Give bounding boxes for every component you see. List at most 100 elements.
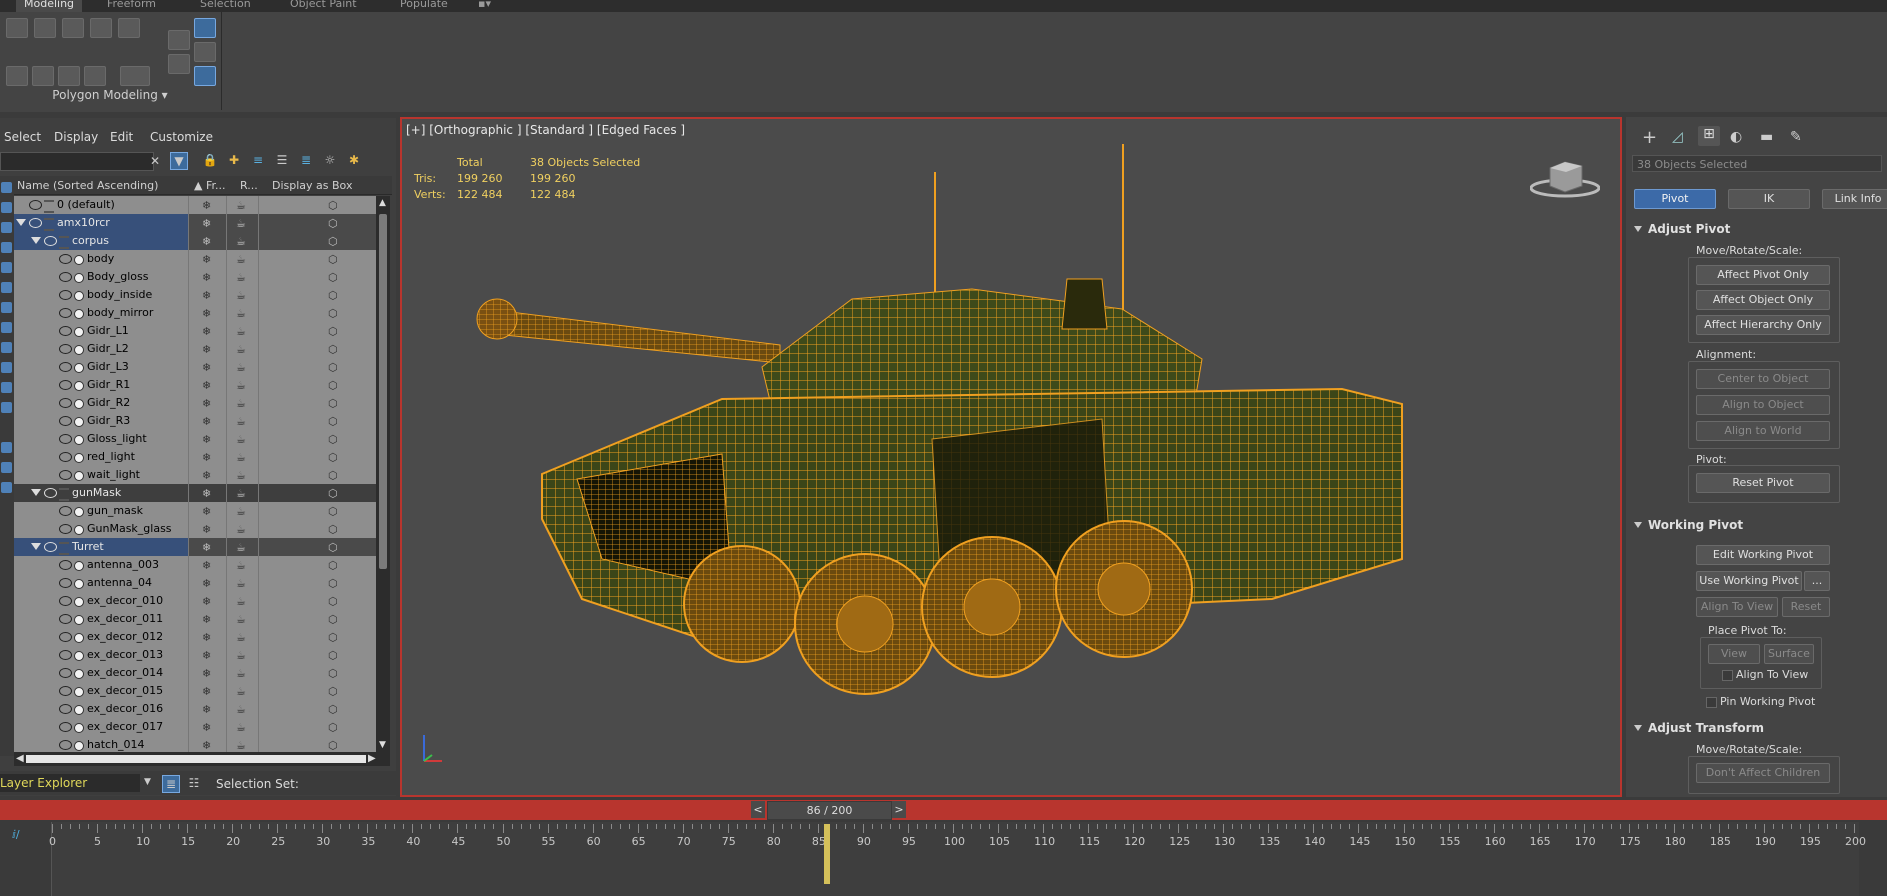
border-icon[interactable] (62, 18, 84, 38)
display-as-box-icon[interactable]: ⬡ (328, 433, 338, 446)
display-as-box-icon[interactable]: ⬡ (328, 613, 338, 626)
visibility-eye-icon[interactable] (59, 596, 72, 606)
display-as-box-icon[interactable]: ⬡ (328, 649, 338, 662)
renderable-icon[interactable]: ☕ (236, 721, 246, 734)
freeze-icon[interactable]: ❄ (202, 649, 211, 662)
collapse-icon[interactable] (168, 54, 190, 74)
spacewarps-filter-icon[interactable] (1, 282, 12, 293)
visibility-eye-icon[interactable] (59, 362, 72, 372)
freeze-icon[interactable]: ❄ (202, 667, 211, 680)
renderable-icon[interactable]: ☕ (236, 523, 246, 536)
renderable-icon[interactable]: ☕ (236, 199, 246, 212)
freeze-icon[interactable]: ❄ (202, 451, 211, 464)
hierarchy-icon[interactable]: ☰ (274, 152, 290, 168)
affect-hierarchy-only-button[interactable]: Affect Hierarchy Only (1696, 315, 1830, 335)
renderable-icon[interactable]: ☕ (236, 631, 246, 644)
display-as-box-icon[interactable]: ⬡ (328, 253, 338, 266)
visibility-eye-icon[interactable] (59, 632, 72, 642)
tree-row[interactable]: antenna_003 ❄ ☕ ⬡ (14, 556, 376, 575)
renderable-icon[interactable]: ☕ (236, 451, 246, 464)
tree-scroll-thumb[interactable] (379, 214, 387, 569)
renderable-icon[interactable]: ☕ (236, 703, 246, 716)
display-as-box-icon[interactable]: ⬡ (328, 271, 338, 284)
tree-hscroll-thumb[interactable] (26, 755, 366, 763)
display-as-box-icon[interactable]: ⬡ (328, 577, 338, 590)
freeze-icon[interactable]: ❄ (202, 271, 211, 284)
adjust-pivot-rollout[interactable]: Adjust Pivot (1634, 220, 1887, 238)
tree-row[interactable]: wait_light ❄ ☕ ⬡ (14, 466, 376, 485)
dont-affect-children-button[interactable]: Don't Affect Children (1696, 763, 1830, 783)
renderable-icon[interactable]: ☕ (236, 685, 246, 698)
visibility-eye-icon[interactable] (59, 740, 72, 750)
renderable-icon[interactable]: ☕ (236, 361, 246, 374)
freeze-icon[interactable]: ❄ (202, 289, 211, 302)
working-pivot-rollout[interactable]: Working Pivot (1634, 516, 1887, 534)
ribbon-options-icon[interactable]: ▪▾ (478, 0, 491, 12)
visibility-eye-icon[interactable] (44, 236, 57, 246)
freeze-icon[interactable]: ❄ (202, 721, 211, 734)
pivot-tab-button[interactable]: Pivot (1634, 189, 1716, 209)
tree-row[interactable]: hatch_014 ❄ ☕ ⬡ (14, 736, 376, 752)
expand-arrow-icon[interactable] (16, 219, 26, 226)
display-as-box-icon[interactable]: ⬡ (328, 559, 338, 572)
tab-populate[interactable]: Populate (400, 0, 448, 12)
visibility-eye-icon[interactable] (59, 434, 72, 444)
tree-row[interactable]: Gidr_L2 ❄ ☕ ⬡ (14, 340, 376, 359)
renderable-icon[interactable]: ☕ (236, 289, 246, 302)
tree-row[interactable]: red_light ❄ ☕ ⬡ (14, 448, 376, 467)
renderable-icon[interactable]: ☕ (236, 325, 246, 338)
freeze-icon[interactable]: ❄ (202, 631, 211, 644)
visibility-eye-icon[interactable] (59, 614, 72, 624)
renderable-icon[interactable]: ☕ (236, 577, 246, 590)
hidden-filter-icon[interactable] (1, 402, 12, 413)
visibility-eye-icon[interactable] (59, 452, 72, 462)
freeze-icon[interactable]: ❄ (202, 343, 211, 356)
renderable-icon[interactable]: ☕ (236, 487, 246, 500)
geometry-filter-icon[interactable] (1, 182, 12, 193)
tree-row[interactable]: gun_mask ❄ ☕ ⬡ (14, 502, 376, 521)
helpers-filter-icon[interactable] (1, 262, 12, 273)
freeze-icon[interactable]: ❄ (202, 487, 211, 500)
settings-icon[interactable]: ✱ (346, 152, 362, 168)
tree-row[interactable]: Gidr_R2 ❄ ☕ ⬡ (14, 394, 376, 413)
display-as-box-icon[interactable]: ⬡ (328, 739, 338, 752)
display-as-box-icon[interactable]: ⬡ (328, 721, 338, 734)
visibility-eye-icon[interactable] (59, 326, 72, 336)
hierarchy-tab-icon[interactable]: ⊞ (1698, 126, 1720, 146)
scroll-up-icon[interactable]: ▲ (379, 198, 386, 208)
display-as-box-icon[interactable]: ⬡ (328, 505, 338, 518)
ik-tab-button[interactable]: IK (1728, 189, 1810, 209)
working-pivot-options-button[interactable]: ... (1804, 571, 1830, 591)
freeze-icon[interactable]: ❄ (202, 199, 211, 212)
display-as-box-icon[interactable]: ⬡ (328, 343, 338, 356)
tree-row[interactable]: 0 (default) ❄ ☕ ⬡ (14, 196, 376, 215)
display-tab-icon[interactable]: ▬ (1760, 129, 1773, 145)
visibility-eye-icon[interactable] (59, 416, 72, 426)
renderable-icon[interactable]: ☕ (236, 559, 246, 572)
renderable-icon[interactable]: ☕ (236, 397, 246, 410)
display-as-box-icon[interactable]: ⬡ (328, 379, 338, 392)
renderable-icon[interactable]: ☕ (236, 505, 246, 518)
modify-mode-icon[interactable] (168, 30, 190, 50)
selection-name-field[interactable]: 38 Objects Selected (1632, 155, 1882, 172)
use-working-pivot-button[interactable]: Use Working Pivot (1696, 571, 1802, 591)
center-to-object-button[interactable]: Center to Object (1696, 369, 1830, 389)
scroll-right-icon[interactable]: ▶ (368, 753, 376, 764)
viewcube-icon[interactable] (1530, 154, 1600, 199)
tree-row[interactable]: Gidr_R1 ❄ ☕ ⬡ (14, 376, 376, 395)
menu-edit[interactable]: Edit (110, 130, 133, 144)
renderable-icon[interactable]: ☕ (236, 235, 246, 248)
freeze-icon[interactable]: ❄ (202, 505, 211, 518)
time-cursor[interactable] (823, 824, 830, 884)
display-as-box-icon[interactable]: ⬡ (328, 217, 338, 230)
lights-filter-icon[interactable] (1, 222, 12, 233)
visibility-eye-icon[interactable] (59, 650, 72, 660)
display-as-box-icon[interactable]: ⬡ (328, 361, 338, 374)
display-as-box-icon[interactable]: ⬡ (328, 541, 338, 554)
edit-working-pivot-button[interactable]: Edit Working Pivot (1696, 545, 1830, 565)
link-info-tab-button[interactable]: Link Info (1822, 189, 1887, 209)
freeze-icon[interactable]: ❄ (202, 415, 211, 428)
renderable-icon[interactable]: ☕ (236, 379, 246, 392)
expand-arrow-icon[interactable] (31, 489, 41, 496)
tree-row[interactable]: amx10rcr ❄ ☕ ⬡ (14, 214, 376, 233)
